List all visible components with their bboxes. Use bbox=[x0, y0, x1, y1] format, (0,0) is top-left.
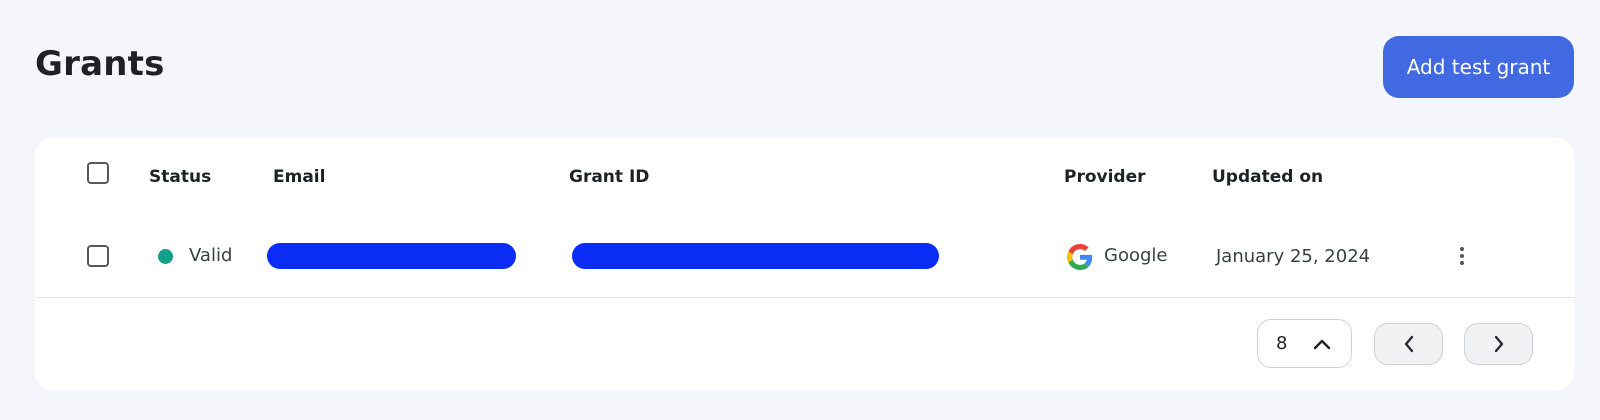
column-header-grant-id[interactable]: Grant ID bbox=[569, 167, 649, 187]
page-size-value: 8 bbox=[1276, 333, 1288, 354]
add-test-grant-button[interactable]: Add test grant bbox=[1383, 36, 1574, 98]
provider-label: Google bbox=[1104, 245, 1168, 266]
row-actions-kebab-icon[interactable] bbox=[1451, 243, 1473, 269]
column-header-email[interactable]: Email bbox=[273, 167, 325, 187]
previous-page-button[interactable] bbox=[1374, 323, 1443, 365]
row-checkbox[interactable] bbox=[87, 245, 109, 267]
status-valid-dot-icon bbox=[158, 249, 173, 264]
page-title: Grants bbox=[35, 44, 165, 84]
chevron-right-icon bbox=[1494, 335, 1503, 353]
column-header-updated-on[interactable]: Updated on bbox=[1212, 167, 1323, 187]
column-header-provider[interactable]: Provider bbox=[1064, 167, 1146, 187]
grant-id-redacted bbox=[572, 243, 939, 269]
chevron-up-icon bbox=[1314, 339, 1331, 349]
google-icon bbox=[1067, 244, 1093, 270]
status-label: Valid bbox=[189, 245, 233, 266]
chevron-left-icon bbox=[1404, 335, 1413, 353]
column-header-status[interactable]: Status bbox=[149, 167, 211, 187]
updated-on-date: January 25, 2024 bbox=[1216, 246, 1371, 267]
email-redacted bbox=[267, 243, 516, 269]
next-page-button[interactable] bbox=[1464, 323, 1533, 365]
table-divider bbox=[35, 297, 1574, 298]
select-all-checkbox[interactable] bbox=[87, 162, 109, 184]
page-size-select[interactable]: 8 bbox=[1257, 319, 1352, 368]
